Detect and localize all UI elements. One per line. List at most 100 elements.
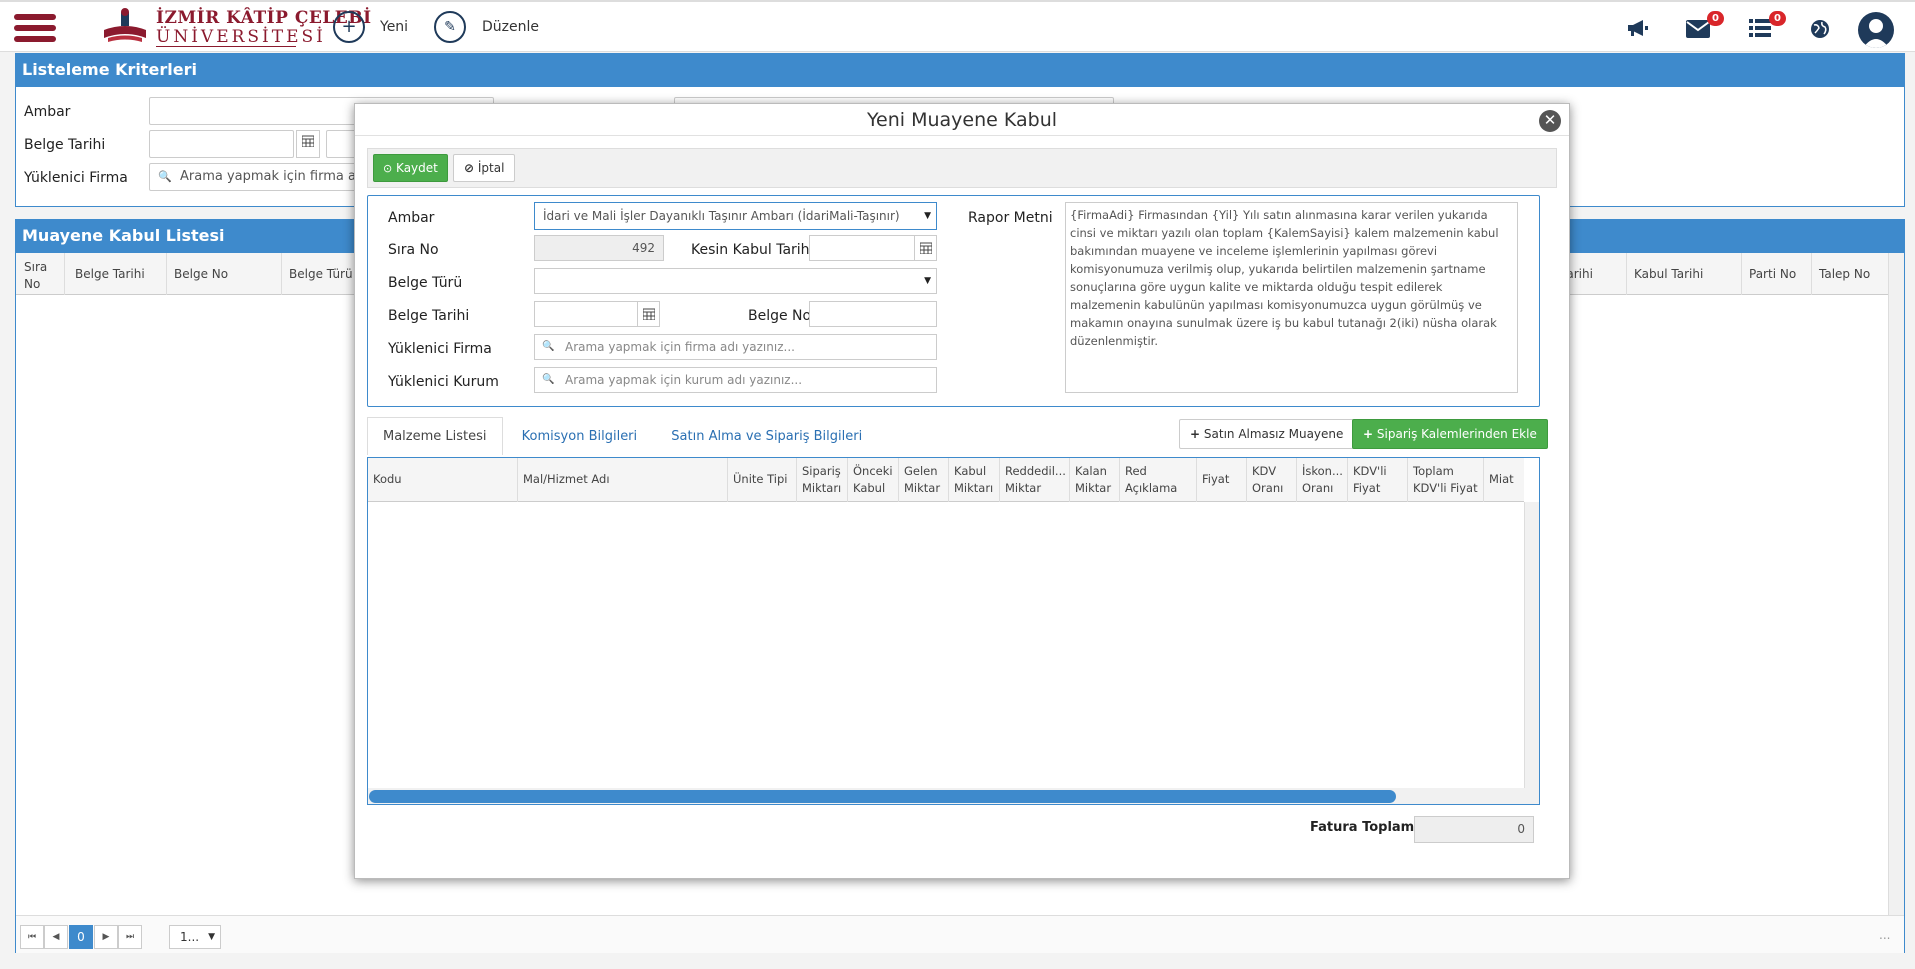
mail-badge: 0 xyxy=(1707,11,1724,26)
grid-col-kdv-orani[interactable]: KDV Oranı xyxy=(1247,458,1297,502)
belge-tarihi-label: Belge Tarihi xyxy=(388,308,470,324)
hamburger-menu-icon[interactable] xyxy=(14,14,56,44)
grid-col-siparis-miktari[interactable]: Sipariş Miktarı xyxy=(797,458,848,502)
grid-col-reddedilen-miktar[interactable]: Reddedil... Miktar xyxy=(1000,458,1070,502)
save-button[interactable]: ⊙ Kaydet xyxy=(373,154,448,182)
new-button-label[interactable]: Yeni xyxy=(380,19,408,35)
grid-col-mal-hizmet-adi[interactable]: Mal/Hizmet Adı xyxy=(518,458,728,502)
rapor-metni-textarea[interactable]: {FirmaAdi} Firmasından {Yil} Yılı satın … xyxy=(1065,202,1518,393)
chevron-down-icon: ▼ xyxy=(208,932,215,942)
search-icon: 🔍 xyxy=(542,374,555,385)
pager-last-icon[interactable]: ⏭ xyxy=(118,925,142,949)
globe-icon[interactable] xyxy=(1810,19,1830,43)
sira-no-field: 492 xyxy=(534,235,664,261)
grid-horizontal-scrollbar[interactable] xyxy=(368,788,1539,804)
grid-col-kdvli-fiyat[interactable]: KDV'li Fiyat xyxy=(1348,458,1408,502)
list-pager: ⏮ ◀ 0 ▶ ⏭ 1... ▼ ... xyxy=(16,915,1904,953)
ambar-label: Ambar xyxy=(388,210,435,226)
fatura-toplami-label: Fatura Toplamı xyxy=(1310,820,1419,835)
ambar-select[interactable]: İdari ve Mali İşler Dayanıklı Taşınır Am… xyxy=(534,202,937,230)
chevron-down-icon: ▼ xyxy=(924,211,931,221)
list-col-talep-no[interactable]: Talep No xyxy=(1819,267,1870,281)
grid-vertical-scrollbar[interactable] xyxy=(1524,502,1539,788)
ambar-select-value: İdari ve Mali İşler Dayanıklı Taşınır Am… xyxy=(543,209,900,223)
grid-col-gelen-miktar[interactable]: Gelen Miktar xyxy=(899,458,949,502)
pager-prev-icon[interactable]: ◀ xyxy=(44,925,68,949)
plus-icon: + xyxy=(1363,427,1374,441)
yuklenici-firma-input[interactable]: 🔍 Arama yapmak için firma adı yazınız... xyxy=(534,334,937,360)
material-grid-header: Kodu Mal/Hizmet Adı Ünite Tipi Sipariş Mi… xyxy=(368,458,1524,502)
new-button-plus-icon[interactable]: + xyxy=(333,11,365,43)
yuklenici-kurum-label: Yüklenici Kurum xyxy=(388,374,499,390)
search-icon: 🔍 xyxy=(542,341,555,352)
top-navbar: İZMİR KÂTİP ÇELEBİ ÜNİVERSİTESİ + Yeni ✎… xyxy=(0,0,1915,52)
criteria-belge-tarihi-label: Belge Tarihi xyxy=(24,137,106,153)
mail-icon[interactable] xyxy=(1686,20,1710,42)
pager-size-select[interactable]: 1... ▼ xyxy=(169,925,221,949)
list-col-belge-turu[interactable]: Belge Türü xyxy=(289,267,353,281)
criteria-title: Listeleme Kriterleri xyxy=(16,54,1904,87)
list-vertical-scrollbar[interactable] xyxy=(1888,253,1904,915)
criteria-firma-placeholder: Arama yapmak için firma adı xyxy=(180,169,368,184)
logo-divider xyxy=(156,46,296,47)
user-avatar-icon[interactable] xyxy=(1858,12,1894,48)
cancel-button-label: İptal xyxy=(477,161,505,175)
grid-col-red-aciklama[interactable]: Red Açıklama xyxy=(1120,458,1197,502)
criteria-date-from[interactable] xyxy=(149,130,294,158)
pager-next-icon[interactable]: ▶ xyxy=(94,925,118,949)
calendar-icon[interactable] xyxy=(637,301,660,327)
grid-col-fiyat[interactable]: Fiyat xyxy=(1197,458,1247,502)
belge-no-input[interactable] xyxy=(809,301,937,327)
kesin-kabul-tarihi-label: Kesin Kabul Tarihi xyxy=(691,242,814,258)
tab-komisyon-bilgileri[interactable]: Komisyon Bilgileri xyxy=(507,418,652,456)
criteria-firma-label: Yüklenici Firma xyxy=(24,170,128,186)
belge-tarihi-input[interactable] xyxy=(534,301,638,327)
grid-col-toplam-kdvli-fiyat[interactable]: Toplam KDV'li Fiyat xyxy=(1408,458,1484,502)
list-col-kabul-tarihi[interactable]: Kabul Tarihi xyxy=(1634,267,1703,281)
grid-col-kabul-miktari[interactable]: Kabul Miktarı xyxy=(949,458,1000,502)
grid-col-miat[interactable]: Miat xyxy=(1484,458,1524,502)
pager-size-value: 1... xyxy=(180,930,200,944)
criteria-firma-input[interactable]: 🔍 Arama yapmak için firma adı xyxy=(149,163,369,191)
modal-toolbar: ⊙ Kaydet ⊘ İptal xyxy=(367,148,1557,188)
satin-almasiz-muayene-button[interactable]: + Satın Almasız Muayene xyxy=(1179,419,1355,449)
grid-col-unite-tipi[interactable]: Ünite Tipi xyxy=(728,458,797,502)
yuklenici-kurum-input[interactable]: 🔍 Arama yapmak için kurum adı yazınız... xyxy=(534,367,937,393)
university-logo-icon xyxy=(100,8,150,48)
list-col-belge-no[interactable]: Belge No xyxy=(174,267,228,281)
kesin-kabul-tarihi-input[interactable] xyxy=(809,235,915,261)
criteria-ambar-label: Ambar xyxy=(24,104,71,120)
ban-icon: ⊘ xyxy=(464,161,475,175)
list-col-parti-no[interactable]: Parti No xyxy=(1749,267,1796,281)
satin-almasiz-label: Satın Almasız Muayene xyxy=(1203,427,1344,441)
edit-button-label[interactable]: Düzenle xyxy=(482,19,539,35)
sira-no-label: Sıra No xyxy=(388,242,439,258)
belge-turu-select[interactable]: ▼ xyxy=(534,268,937,294)
modal-title: Yeni Muayene Kabul xyxy=(355,104,1569,136)
new-inspection-modal: Yeni Muayene Kabul ✕ ⊙ Kaydet ⊘ İptal Am… xyxy=(354,103,1570,879)
tab-satin-alma-siparis[interactable]: Satın Alma ve Sipariş Bilgileri xyxy=(656,418,877,456)
edit-button-pencil-icon[interactable]: ✎ xyxy=(434,11,466,43)
grid-col-iskonto-orani[interactable]: İskon... Oranı xyxy=(1297,458,1348,502)
megaphone-icon[interactable] xyxy=(1626,18,1650,42)
save-button-label: Kaydet xyxy=(396,161,438,175)
tab-malzeme-listesi[interactable]: Malzeme Listesi xyxy=(367,417,503,455)
list-icon[interactable] xyxy=(1749,19,1771,41)
yuklenici-firma-placeholder: Arama yapmak için firma adı yazınız... xyxy=(565,340,795,354)
yuklenici-kurum-placeholder: Arama yapmak için kurum adı yazınız... xyxy=(565,373,803,387)
grid-col-kodu[interactable]: Kodu xyxy=(368,458,518,502)
grid-col-onceki-kabul[interactable]: Önceki Kabul xyxy=(848,458,899,502)
close-icon[interactable]: ✕ xyxy=(1539,110,1561,132)
cancel-button[interactable]: ⊘ İptal xyxy=(453,154,516,182)
belge-turu-label: Belge Türü xyxy=(388,275,463,291)
pager-current-page[interactable]: 0 xyxy=(69,925,93,949)
list-col-sira-no[interactable]: Sıra No xyxy=(24,259,54,293)
pager-first-icon[interactable]: ⏮ xyxy=(20,925,44,949)
calendar-icon[interactable] xyxy=(296,130,320,158)
calendar-icon[interactable] xyxy=(914,235,937,261)
pager-info: ... xyxy=(1879,928,1891,942)
list-col-belge-tarihi[interactable]: Belge Tarihi xyxy=(75,267,145,281)
grid-col-kalan-miktar[interactable]: Kalan Miktar xyxy=(1070,458,1120,502)
grid-horizontal-scroll-thumb[interactable] xyxy=(369,790,1396,803)
siparis-kalemlerinden-ekle-button[interactable]: + Sipariş Kalemlerinden Ekle xyxy=(1352,419,1548,449)
